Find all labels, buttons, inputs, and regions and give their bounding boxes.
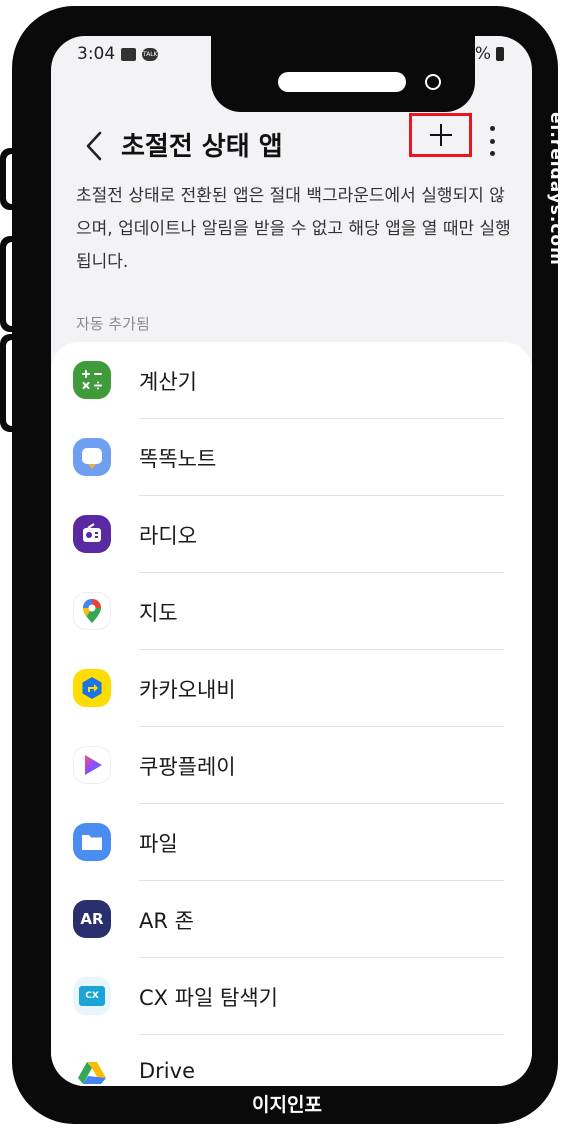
footer-brand-label: 이지인포 (252, 1094, 322, 1116)
battery-icon (496, 47, 504, 61)
radio-icon (73, 515, 111, 553)
app-label: 카카오내비 (139, 678, 236, 702)
section-label: 자동 추가됨 (76, 315, 150, 333)
back-arrow-icon[interactable] (80, 128, 110, 164)
files-icon (73, 823, 111, 861)
page-title: 초절전 상태 앱 (121, 132, 283, 162)
front-camera-icon (425, 74, 441, 90)
kakaotalk-notification-icon: TALK (142, 47, 159, 61)
app-bar: 초절전 상태 앱 (51, 113, 532, 176)
ar-zone-icon: AR (73, 900, 111, 938)
more-options-icon[interactable] (487, 126, 497, 156)
cx-file-explorer-icon: CX (73, 977, 111, 1015)
app-label: 똑똑노트 (139, 447, 217, 471)
app-label: 계산기 (139, 370, 197, 394)
gallery-notification-icon (121, 47, 137, 61)
drive-icon (73, 1054, 111, 1086)
description-text: 초절전 상태로 전환된 앱은 절대 백그라운드에서 실행되지 않으며, 업데이트… (76, 186, 511, 272)
app-label: Drive (139, 1059, 195, 1083)
app-label: 쿠팡플레이 (139, 755, 236, 779)
volume-up-button (0, 236, 12, 332)
app-list-item[interactable]: 똑똑노트 (51, 419, 532, 496)
watermark: ei.reidays.com (546, 112, 566, 266)
smart-note-icon (73, 438, 111, 476)
app-label: AR 존 (139, 909, 194, 933)
app-list-item[interactable]: 파일 (51, 804, 532, 881)
app-label: 파일 (139, 832, 178, 856)
app-label: CX 파일 탐색기 (139, 986, 278, 1010)
app-list: 계산기 똑똑노트 라디오 지도 카카오내비 쿠팡플레이 파일 AR AR 존 C… (51, 342, 532, 1086)
maps-icon (73, 592, 111, 630)
app-label: 지도 (139, 601, 178, 625)
app-list-item[interactable]: 카카오내비 (51, 650, 532, 727)
speaker-grille (278, 72, 406, 92)
volume-down-button (0, 334, 12, 432)
app-list-card: 계산기 똑똑노트 라디오 지도 카카오내비 쿠팡플레이 파일 AR AR 존 C… (51, 342, 532, 1086)
cx-badge-text: CX (79, 986, 105, 1006)
app-label: 라디오 (139, 524, 197, 548)
camera-notch (211, 36, 475, 112)
screen: 3:04 TALK 96% 초절전 상태 앱 초절전 상태로 전환된 앱은 절대… (51, 36, 532, 1086)
status-time: 3:04 (77, 44, 116, 64)
app-list-item[interactable]: 쿠팡플레이 (51, 727, 532, 804)
app-list-item[interactable]: AR AR 존 (51, 881, 532, 958)
app-list-item[interactable]: 지도 (51, 573, 532, 650)
app-list-item[interactable]: Drive (51, 1035, 532, 1086)
kakao-navi-icon (73, 669, 111, 707)
app-list-item[interactable]: 라디오 (51, 496, 532, 573)
calculator-icon (73, 361, 111, 399)
add-app-button[interactable] (409, 113, 472, 157)
plus-icon (429, 124, 452, 146)
side-button (0, 148, 12, 210)
ar-badge-text: AR (80, 910, 104, 928)
app-list-item[interactable]: 계산기 (51, 342, 532, 419)
coupang-play-icon (73, 746, 111, 784)
app-list-item[interactable]: CX CX 파일 탐색기 (51, 958, 532, 1035)
status-bar-left: 3:04 TALK (77, 44, 159, 64)
